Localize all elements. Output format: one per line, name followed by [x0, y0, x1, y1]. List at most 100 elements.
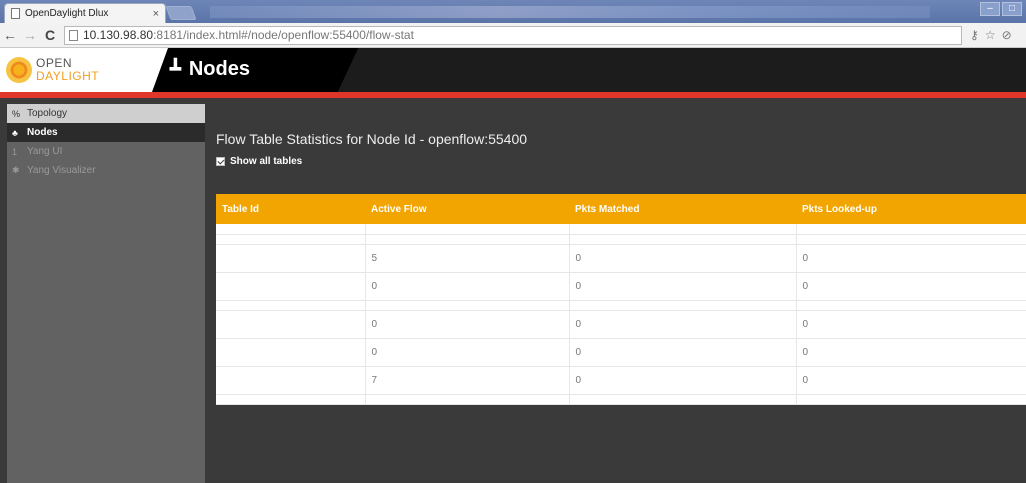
- url-path: :8181/index.html#/node/openflow:55400/fl…: [153, 28, 414, 42]
- show-all-tables-toggle[interactable]: Show all tables: [216, 156, 302, 167]
- table-cell: 0: [569, 366, 797, 395]
- toolbar-icons: ⚷ ☆ ⊘: [970, 28, 1012, 42]
- table-cell: 0: [569, 338, 797, 367]
- logo[interactable]: OPEN DAYLIGHT: [0, 48, 150, 92]
- table-cell: [216, 394, 366, 405]
- column-header-pkts-looked-up[interactable]: Pkts Looked-up: [796, 194, 1026, 224]
- window-controls: – □: [980, 2, 1022, 16]
- blurred-region: [210, 6, 930, 18]
- sidebar-item-label: Topology: [27, 108, 68, 119]
- nodes-icon: ♣: [12, 127, 18, 138]
- table-cell: 0: [796, 244, 1026, 273]
- page-header: ┻ Nodes: [170, 58, 250, 81]
- table-cell: [365, 224, 570, 235]
- table-cell: 0: [569, 310, 797, 339]
- maximize-button[interactable]: □: [1002, 2, 1022, 16]
- table-cell: [216, 244, 366, 273]
- show-all-label: Show all tables: [230, 156, 303, 167]
- extension-icon[interactable]: ⊘: [1002, 28, 1012, 42]
- app-header: OPEN DAYLIGHT ┻ Nodes: [0, 48, 1026, 92]
- browser-tabstrip: OpenDaylight Dlux × – □: [0, 0, 1026, 23]
- table-row: [216, 234, 1026, 245]
- browser-toolbar: ← → C 10.130.98.80:8181/index.html#/node…: [0, 23, 1026, 48]
- sidebar-item-label: Yang UI: [27, 146, 63, 157]
- address-bar[interactable]: 10.130.98.80:8181/index.html#/node/openf…: [64, 25, 962, 45]
- column-header-table-id[interactable]: Table Id: [216, 194, 365, 224]
- table-cell: [365, 234, 570, 245]
- minimize-button[interactable]: –: [980, 2, 1000, 16]
- table-cell: [796, 224, 1026, 235]
- table-cell: 0: [365, 272, 570, 301]
- table-cell: [216, 234, 366, 245]
- sidebar-item-nodes[interactable]: ♣ Nodes: [7, 123, 205, 142]
- table-cell: [216, 224, 366, 235]
- page-icon: [69, 29, 78, 41]
- star-icon[interactable]: ☆: [985, 28, 996, 42]
- sidebar-item-label: Nodes: [27, 127, 58, 138]
- column-header-pkts-matched[interactable]: Pkts Matched: [569, 194, 796, 224]
- table-cell: [796, 300, 1026, 311]
- table-cell: [365, 300, 570, 311]
- browser-tab[interactable]: OpenDaylight Dlux ×: [4, 3, 166, 23]
- sidebar-item-topology[interactable]: % Topology: [7, 104, 205, 123]
- topology-icon: %: [12, 108, 21, 119]
- table-row: 7 0 0: [216, 366, 1026, 395]
- page-icon: [11, 8, 20, 19]
- table-cell: [796, 234, 1026, 245]
- table-cell: [216, 366, 366, 395]
- sidebar-item-label: Yang Visualizer: [27, 165, 96, 176]
- forward-button[interactable]: →: [20, 27, 40, 43]
- table-cell: [216, 310, 366, 339]
- show-all-checkbox[interactable]: [216, 157, 225, 166]
- table-cell: 0: [569, 244, 797, 273]
- table-cell: [216, 300, 366, 311]
- table-cell: [569, 394, 797, 405]
- table-cell: 0: [796, 366, 1026, 395]
- table-cell: [365, 394, 570, 405]
- table-cell: 0: [569, 272, 797, 301]
- nodes-icon: ┻: [170, 59, 181, 79]
- table-cell: [569, 234, 797, 245]
- table-row: [216, 394, 1026, 405]
- table-row: [216, 300, 1026, 311]
- yang-ui-icon: 1: [12, 146, 18, 157]
- page-title: Flow Table Statistics for Node Id - open…: [216, 131, 528, 147]
- table-cell: 5: [365, 244, 570, 273]
- table-row: 5 0 0: [216, 244, 1026, 273]
- table-row: 0 0 0: [216, 310, 1026, 339]
- table-cell: [569, 300, 797, 311]
- close-icon[interactable]: ×: [153, 8, 159, 20]
- table-cell: [569, 224, 797, 235]
- column-header-active-flow[interactable]: Active Flow: [365, 194, 569, 224]
- table-cell: [216, 338, 366, 367]
- sidebar-item-yang-ui[interactable]: 1 Yang UI: [7, 142, 205, 161]
- back-button[interactable]: ←: [0, 27, 20, 43]
- table-row: 0 0 0: [216, 338, 1026, 367]
- table-cell: 0: [796, 338, 1026, 367]
- table-cell: 0: [796, 272, 1026, 301]
- reload-button[interactable]: C: [40, 27, 60, 43]
- table-cell: [796, 394, 1026, 405]
- tab-title: OpenDaylight Dlux: [25, 8, 109, 19]
- key-icon[interactable]: ⚷: [970, 28, 979, 42]
- new-tab-button[interactable]: [165, 6, 197, 20]
- flow-table-stats: Table Id Active Flow Pkts Matched Pkts L…: [216, 194, 1026, 405]
- url-host: 10.130.98.80: [83, 28, 154, 42]
- table-cell: 0: [365, 338, 570, 367]
- table-cell: 0: [796, 310, 1026, 339]
- header-shade: [370, 48, 1026, 92]
- yang-visualizer-icon: ✱: [12, 165, 20, 175]
- table-row: 0 0 0: [216, 272, 1026, 301]
- stats-table: Table Id Active Flow Pkts Matched Pkts L…: [216, 194, 1026, 405]
- table-cell: 0: [365, 310, 570, 339]
- logo-line2: DAYLIGHT: [36, 69, 100, 83]
- table-row: [216, 224, 1026, 235]
- sidebar-item-yang-visualizer[interactable]: ✱ Yang Visualizer: [7, 161, 205, 180]
- main-content: Flow Table Statistics for Node Id - open…: [205, 98, 1026, 483]
- opendaylight-logo-icon: [6, 57, 32, 83]
- table-cell: 7: [365, 366, 570, 395]
- table-cell: [216, 272, 366, 301]
- sidebar: % Topology ♣ Nodes 1 Yang UI ✱ Yang Visu…: [7, 104, 205, 483]
- table-header-row: Table Id Active Flow Pkts Matched Pkts L…: [216, 194, 1026, 224]
- header-title: Nodes: [188, 58, 250, 80]
